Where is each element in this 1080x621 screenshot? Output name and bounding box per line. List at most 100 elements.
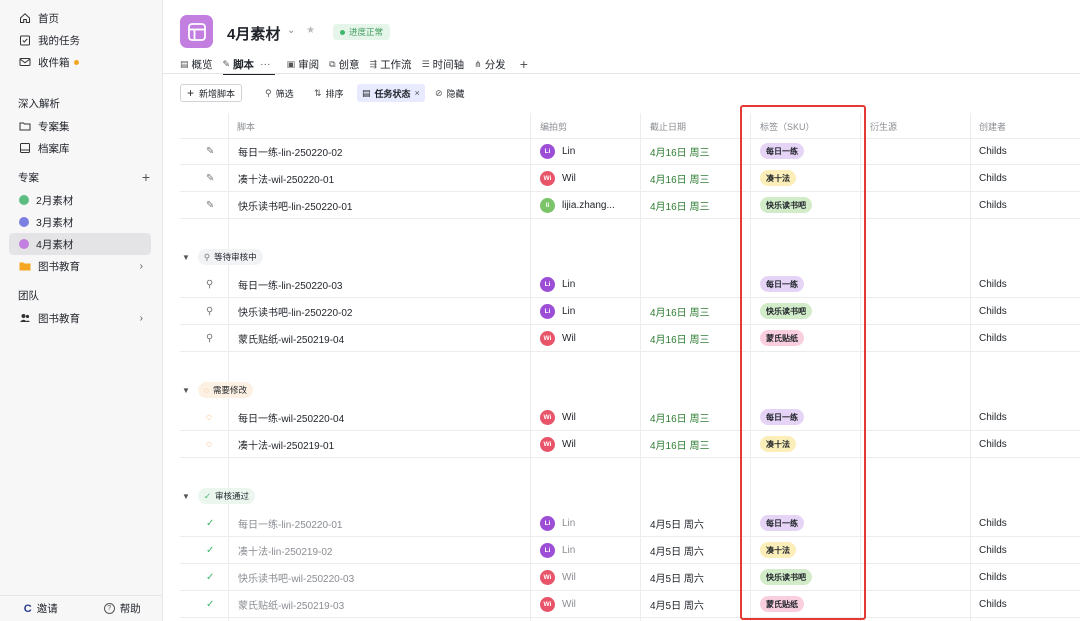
sidebar-item-project-folder[interactable]: 图书教育 › <box>9 255 151 277</box>
tag-cell[interactable]: 快乐读书吧 <box>760 192 812 218</box>
tab-timeline[interactable]: ☰ 时间轴 <box>422 55 465 73</box>
editor-cell[interactable]: li lijia.zhang... <box>540 192 615 218</box>
hide-button[interactable]: ⊘ 隐藏 <box>435 84 465 102</box>
column-header-derived[interactable]: 衍生源 <box>870 113 897 139</box>
new-script-button[interactable]: + 新增脚本 <box>180 84 243 102</box>
more-icon[interactable]: ··· <box>260 58 271 70</box>
add-project-plus-icon[interactable]: + <box>142 169 150 185</box>
filter-button[interactable]: ⚲ 筛选 <box>265 84 294 102</box>
stamp-icon[interactable]: ⚲ <box>206 271 213 297</box>
sidebar-item-my-tasks[interactable]: 我的任务 <box>9 29 151 51</box>
group-header-pending[interactable]: ▼ ⚲ 等待审核中 <box>182 249 263 265</box>
add-tab-plus-icon[interactable]: + <box>520 55 528 73</box>
check-circle-icon[interactable]: ✓ <box>206 591 214 617</box>
sidebar-item-project[interactable]: 2月素材 <box>9 189 151 211</box>
edit-icon[interactable]: ✎ <box>206 165 214 191</box>
editor-cell[interactable]: Li Lin <box>540 271 575 297</box>
due-date[interactable]: 4月16日 周三 <box>650 138 709 164</box>
status-badge[interactable]: 进度正常 <box>333 24 391 40</box>
due-date[interactable]: 4月5日 周六 <box>650 537 704 563</box>
check-circle-icon[interactable]: ✓ <box>206 510 214 536</box>
script-name[interactable]: 快乐读书吧-wil-250220-03 <box>238 564 354 590</box>
editor-cell[interactable]: Wi Wil <box>540 404 576 430</box>
sidebar-item-archive[interactable]: 档案库 <box>9 137 151 159</box>
script-name[interactable]: 每日一练-lin-250220-03 <box>238 271 343 297</box>
star-icon[interactable]: ★ <box>306 25 315 36</box>
tag-cell[interactable]: 凑十法 <box>760 537 796 563</box>
tag-cell[interactable]: 凑十法 <box>760 431 796 457</box>
script-name[interactable]: 快乐读书吧-lin-250220-02 <box>238 298 353 324</box>
tab-overview[interactable]: ▤ 概览 <box>180 55 213 73</box>
collapse-caret-icon[interactable]: ▼ <box>182 386 190 395</box>
editor-cell[interactable]: Wi Wil <box>540 165 576 191</box>
tab-creative[interactable]: ⧉ 创意 <box>329 55 359 73</box>
script-name[interactable]: 蒙氏贴纸-wil-250219-04 <box>238 325 344 351</box>
check-circle-icon[interactable]: ✓ <box>206 537 214 563</box>
tab-script[interactable]: ✎ 脚本 ··· <box>222 55 275 75</box>
sidebar-item-project-active[interactable]: 4月素材 <box>9 233 151 255</box>
tag-cell[interactable]: 快乐读书吧 <box>760 564 812 590</box>
tag-cell[interactable]: 蒙氏贴纸 <box>760 325 804 351</box>
tag-cell[interactable]: 每日一练 <box>760 138 804 164</box>
tag-cell[interactable]: 快乐读书吧 <box>760 298 812 324</box>
sidebar-item-inbox[interactable]: 收件箱 <box>9 51 151 73</box>
sidebar-item-home[interactable]: 首页 <box>9 7 151 29</box>
check-circle-icon[interactable]: ✓ <box>206 564 214 590</box>
tag-cell[interactable]: 每日一练 <box>760 271 804 297</box>
editor-cell[interactable]: Wi Wil <box>540 564 576 590</box>
group-header-approved[interactable]: ▼ ✓ 审核通过 <box>182 488 256 504</box>
editor-cell[interactable]: Li Lin <box>540 537 575 563</box>
due-date[interactable]: 4月5日 周六 <box>650 591 704 617</box>
script-name[interactable]: 凑十法-wil-250220-01 <box>238 165 334 191</box>
sort-button[interactable]: ⇅ 排序 <box>314 84 344 102</box>
group-header-revise[interactable]: ▼ ◌ 需要修改 <box>182 382 253 398</box>
revise-icon[interactable]: ◌ <box>206 431 212 457</box>
script-name[interactable]: 快乐读书吧-lin-250220-01 <box>238 192 353 218</box>
due-date[interactable]: 4月16日 周三 <box>650 325 709 351</box>
due-date[interactable]: 4月5日 周六 <box>650 510 704 536</box>
edit-icon[interactable]: ✎ <box>206 192 214 218</box>
due-date[interactable]: 4月16日 周三 <box>650 298 709 324</box>
group-by-status-chip[interactable]: ▤ 任务状态 × <box>357 84 425 102</box>
editor-cell[interactable]: Li Lin <box>540 138 575 164</box>
help-button[interactable]: ? 帮助 <box>82 601 164 616</box>
script-name[interactable]: 凑十法-wil-250219-01 <box>238 431 334 457</box>
collapse-caret-icon[interactable]: ▼ <box>182 253 190 262</box>
editor-cell[interactable]: Li Lin <box>540 298 575 324</box>
close-icon[interactable]: × <box>415 88 420 98</box>
collapse-caret-icon[interactable]: ▼ <box>182 492 190 501</box>
tag-cell[interactable]: 凑十法 <box>760 165 796 191</box>
tab-distribute[interactable]: ⋔ 分发 <box>474 55 506 73</box>
due-date[interactable]: 4月16日 周三 <box>650 165 709 191</box>
due-date[interactable]: 4月16日 周三 <box>650 431 709 457</box>
revise-icon[interactable]: ◌ <box>206 404 212 430</box>
due-date[interactable]: 4月5日 周六 <box>650 564 704 590</box>
edit-icon[interactable]: ✎ <box>206 138 214 164</box>
invite-button[interactable]: C 邀请 <box>0 601 82 616</box>
editor-cell[interactable]: Wi Wil <box>540 325 576 351</box>
column-header-creator[interactable]: 创建者 <box>979 113 1006 139</box>
script-name[interactable]: 蒙氏贴纸-wil-250219-03 <box>238 591 344 617</box>
column-header-editor[interactable]: 编拍剪 <box>540 113 567 139</box>
stamp-icon[interactable]: ⚲ <box>206 325 213 351</box>
column-header-due[interactable]: 截止日期 <box>650 113 686 139</box>
tag-cell[interactable]: 每日一练 <box>760 510 804 536</box>
sidebar-item-project[interactable]: 3月素材 <box>9 211 151 233</box>
tab-review[interactable]: ▣ 审阅 <box>287 55 320 73</box>
tag-cell[interactable]: 蒙氏贴纸 <box>760 591 804 617</box>
script-name[interactable]: 凑十法-lin-250219-02 <box>238 537 333 563</box>
editor-cell[interactable]: Wi Wil <box>540 591 576 617</box>
chevron-down-icon[interactable]: ⌄ <box>287 25 295 36</box>
editor-cell[interactable]: Li Lin <box>540 510 575 536</box>
tab-workflow[interactable]: ⇶ 工作流 <box>370 55 412 73</box>
column-header-tags[interactable]: 标签（SKU） <box>760 113 815 139</box>
editor-cell[interactable]: Wi Wil <box>540 431 576 457</box>
script-name[interactable]: 每日一练-lin-250220-02 <box>238 138 343 164</box>
due-date[interactable]: 4月16日 周三 <box>650 404 709 430</box>
script-name[interactable]: 每日一练-wil-250220-04 <box>238 404 344 430</box>
sidebar-item-team[interactable]: 图书教育 › <box>9 307 151 329</box>
column-header-script[interactable]: 脚本 <box>237 113 255 139</box>
stamp-icon[interactable]: ⚲ <box>206 298 213 324</box>
sidebar-item-collections[interactable]: 专案集 <box>9 115 151 137</box>
tag-cell[interactable]: 每日一练 <box>760 404 804 430</box>
